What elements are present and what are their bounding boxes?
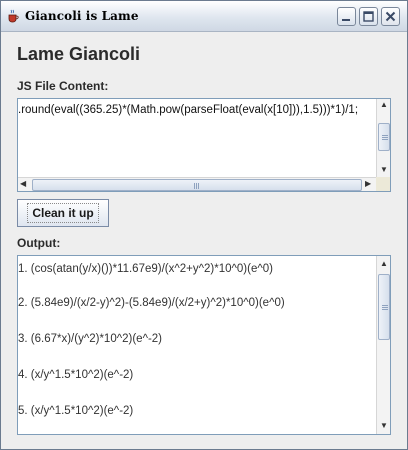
grip-line xyxy=(382,309,388,310)
clean-it-up-label: Clean it up xyxy=(27,203,99,223)
output-line: 5. (x/y^1.5*10^2)(e^-2) xyxy=(18,405,134,417)
grip-line xyxy=(382,305,388,306)
js-horizontal-scrollbar[interactable]: ◀ ▶ xyxy=(18,177,376,191)
page-heading: Lame Giancoli xyxy=(17,44,141,64)
output-line: 2. (5.84e9)/(x/2-y)^2)-(5.84e9)/(x/2+y)^… xyxy=(18,297,285,309)
window-title: Giancoli is Lame xyxy=(25,9,139,23)
output-line: 4. (x/y^1.5*10^2)(e^-2) xyxy=(18,369,134,381)
js-horizontal-scroll-thumb[interactable] xyxy=(32,179,362,191)
grip-line xyxy=(198,183,199,189)
output-textarea[interactable]: 1. (cos(atan(y/x)())*11.67e9)/(x^2+y^2)*… xyxy=(17,255,391,435)
scroll-left-icon[interactable]: ◀ xyxy=(20,180,26,188)
title-bar[interactable]: Giancoli is Lame xyxy=(1,1,407,32)
js-vertical-scroll-thumb[interactable] xyxy=(378,123,390,151)
scroll-corner xyxy=(376,177,390,191)
clean-it-up-button[interactable]: Clean it up xyxy=(17,199,109,227)
scroll-right-icon[interactable]: ▶ xyxy=(365,180,371,188)
scroll-down-icon[interactable]: ▼ xyxy=(380,422,388,430)
js-content-text: .round(eval((365.25)*(Math.pow(parseFloa… xyxy=(18,104,359,116)
output-vertical-scrollbar[interactable]: ▲ ▼ xyxy=(376,256,390,434)
app-window: Giancoli is Lame Lame Giancoli JS File C… xyxy=(0,0,408,450)
scroll-up-icon[interactable]: ▲ xyxy=(380,101,388,109)
scroll-up-icon[interactable]: ▲ xyxy=(380,260,388,268)
js-content-label: JS File Content: xyxy=(17,79,109,93)
js-vertical-scrollbar[interactable]: ▲ ▼ xyxy=(376,99,390,177)
minimize-icon xyxy=(342,19,350,21)
minimize-button[interactable] xyxy=(337,7,356,26)
grip-line xyxy=(194,183,195,189)
js-content-textarea[interactable]: .round(eval((365.25)*(Math.pow(parseFloa… xyxy=(17,98,391,192)
output-line: 1. (cos(atan(y/x)())*11.67e9)/(x^2+y^2)*… xyxy=(18,263,273,275)
scroll-down-icon[interactable]: ▼ xyxy=(380,166,388,174)
grip-line xyxy=(382,139,388,140)
grip-line xyxy=(382,135,388,136)
grip-line xyxy=(382,307,388,308)
output-vertical-scroll-thumb[interactable] xyxy=(378,274,390,340)
java-cup-icon xyxy=(8,9,19,23)
close-button[interactable] xyxy=(381,7,400,26)
output-label: Output: xyxy=(17,236,61,250)
maximize-icon xyxy=(363,11,374,22)
grip-line xyxy=(196,183,197,189)
close-icon xyxy=(385,11,396,22)
grip-line xyxy=(382,137,388,138)
maximize-button[interactable] xyxy=(359,7,378,26)
output-line: 3. (6.67*x)/(y^2)*10^2)(e^-2) xyxy=(18,333,163,345)
